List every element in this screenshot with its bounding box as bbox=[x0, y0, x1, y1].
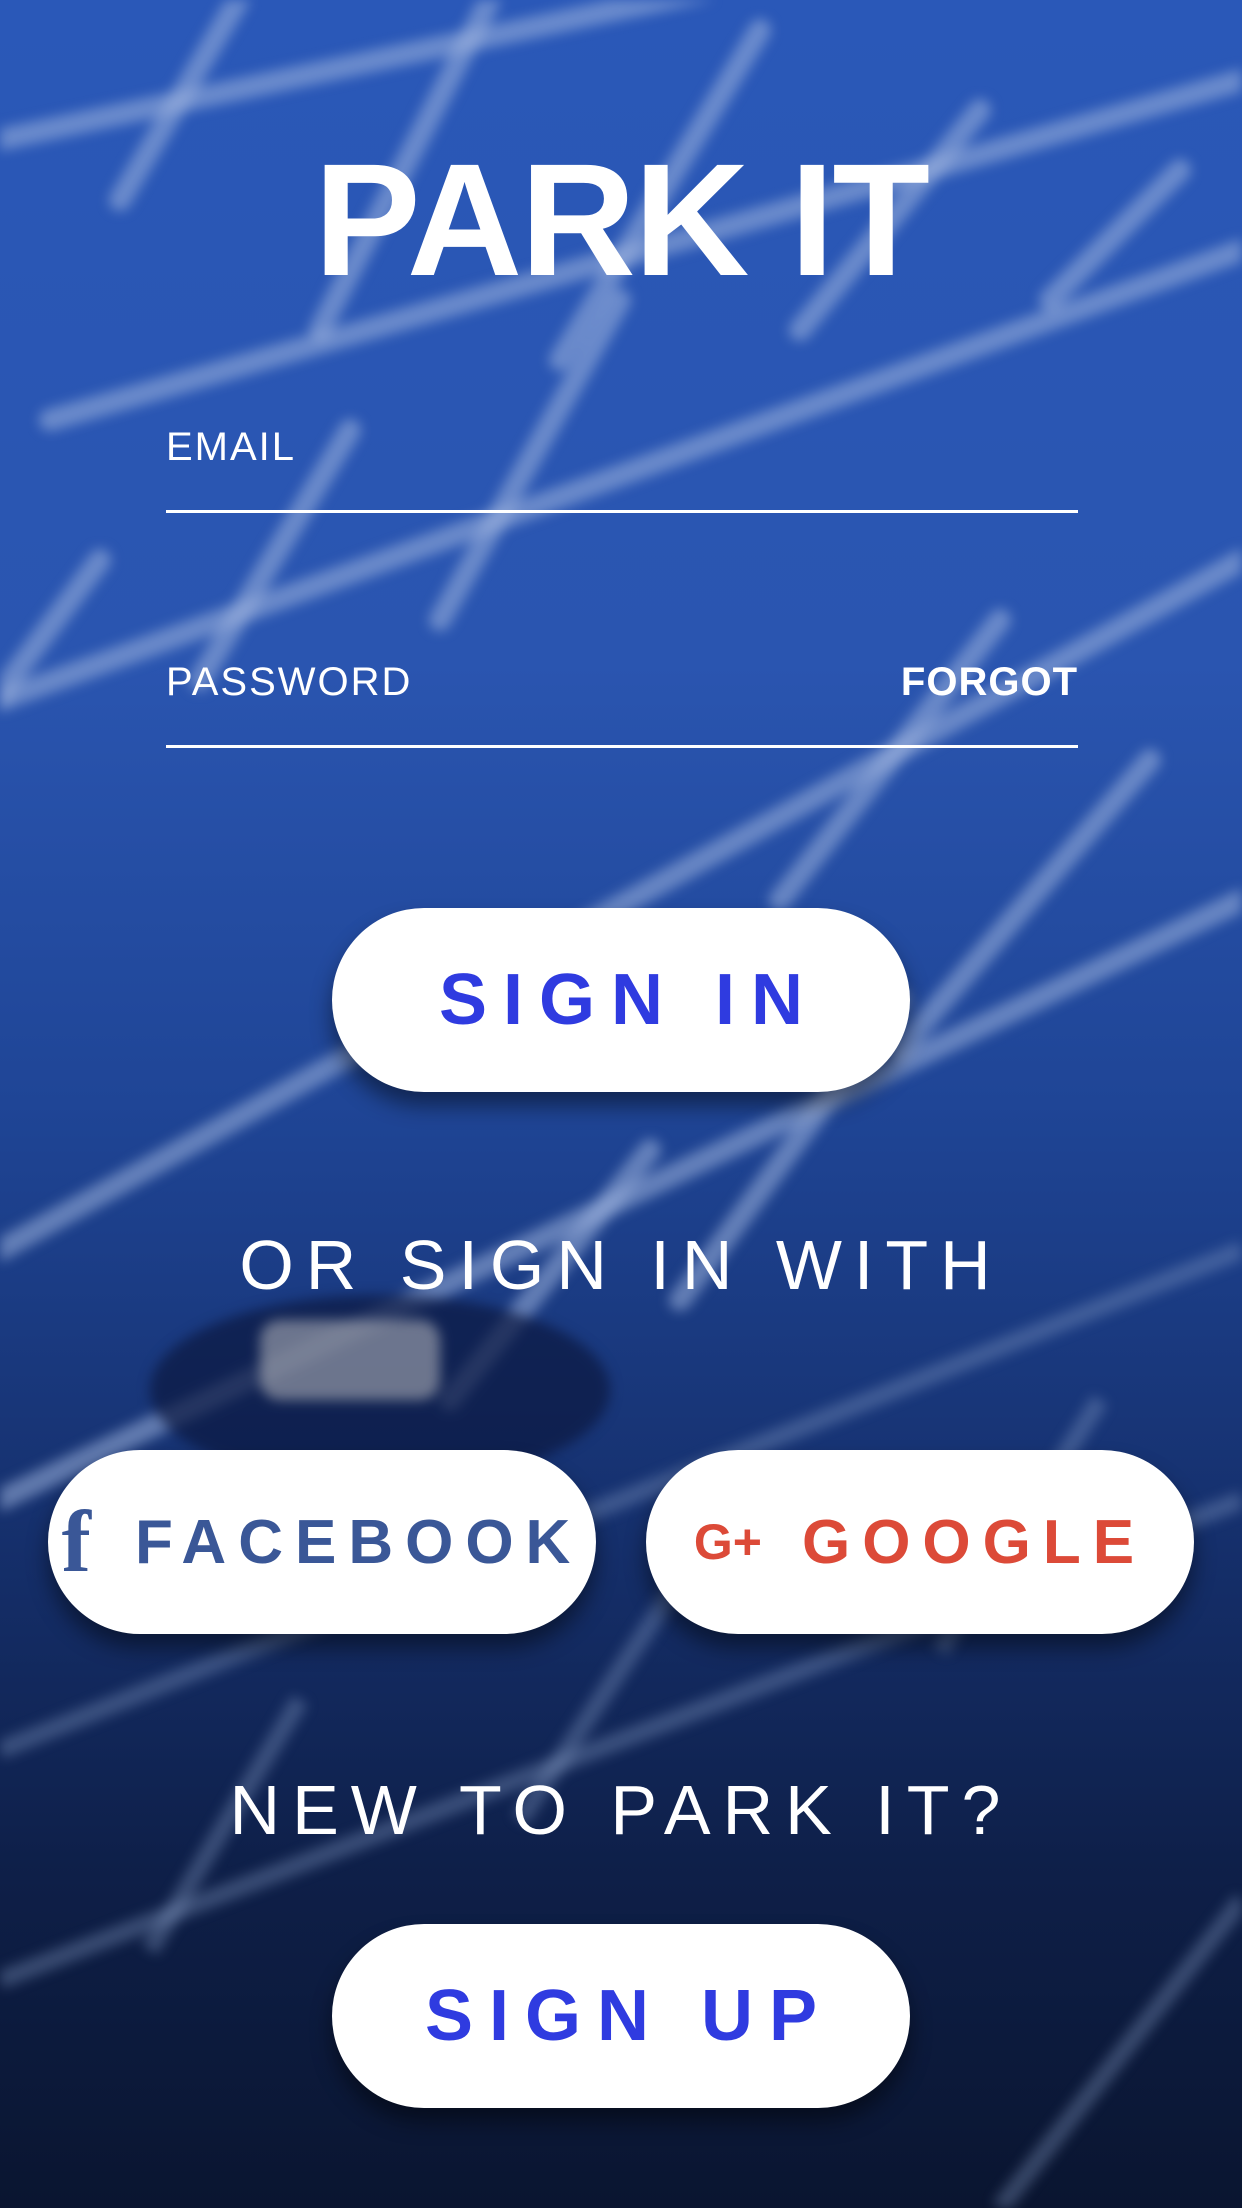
or-sign-in-with-text: OR SIGN IN WITH bbox=[239, 1226, 1003, 1304]
forgot-password-link[interactable]: FORGOT bbox=[901, 660, 1078, 705]
password-field[interactable]: PASSWORD FORGOT bbox=[166, 660, 1078, 748]
sign-up-label: SIGN UP bbox=[424, 1976, 834, 2056]
login-screen: PARK IT EMAIL PASSWORD FORGOT SIGN IN OR… bbox=[0, 0, 1242, 2208]
google-plus-icon: G+ bbox=[693, 1514, 762, 1570]
password-label: PASSWORD bbox=[166, 660, 413, 704]
facebook-icon: f bbox=[61, 1493, 91, 1591]
google-sign-in-button[interactable]: G+ GOOGLE bbox=[646, 1450, 1194, 1634]
new-user-prompt: NEW TO PARK IT? bbox=[229, 1771, 1013, 1849]
email-label: EMAIL bbox=[166, 425, 297, 469]
facebook-label: FACEBOOK bbox=[134, 1507, 583, 1577]
email-field[interactable]: EMAIL bbox=[166, 425, 1078, 513]
app-title: PARK IT bbox=[313, 130, 930, 309]
google-label: GOOGLE bbox=[801, 1507, 1147, 1577]
sign-in-button[interactable]: SIGN IN bbox=[332, 908, 910, 1092]
facebook-sign-in-button[interactable]: f FACEBOOK bbox=[48, 1450, 596, 1634]
sign-up-button[interactable]: SIGN UP bbox=[332, 1924, 910, 2108]
sign-in-label: SIGN IN bbox=[438, 960, 820, 1040]
